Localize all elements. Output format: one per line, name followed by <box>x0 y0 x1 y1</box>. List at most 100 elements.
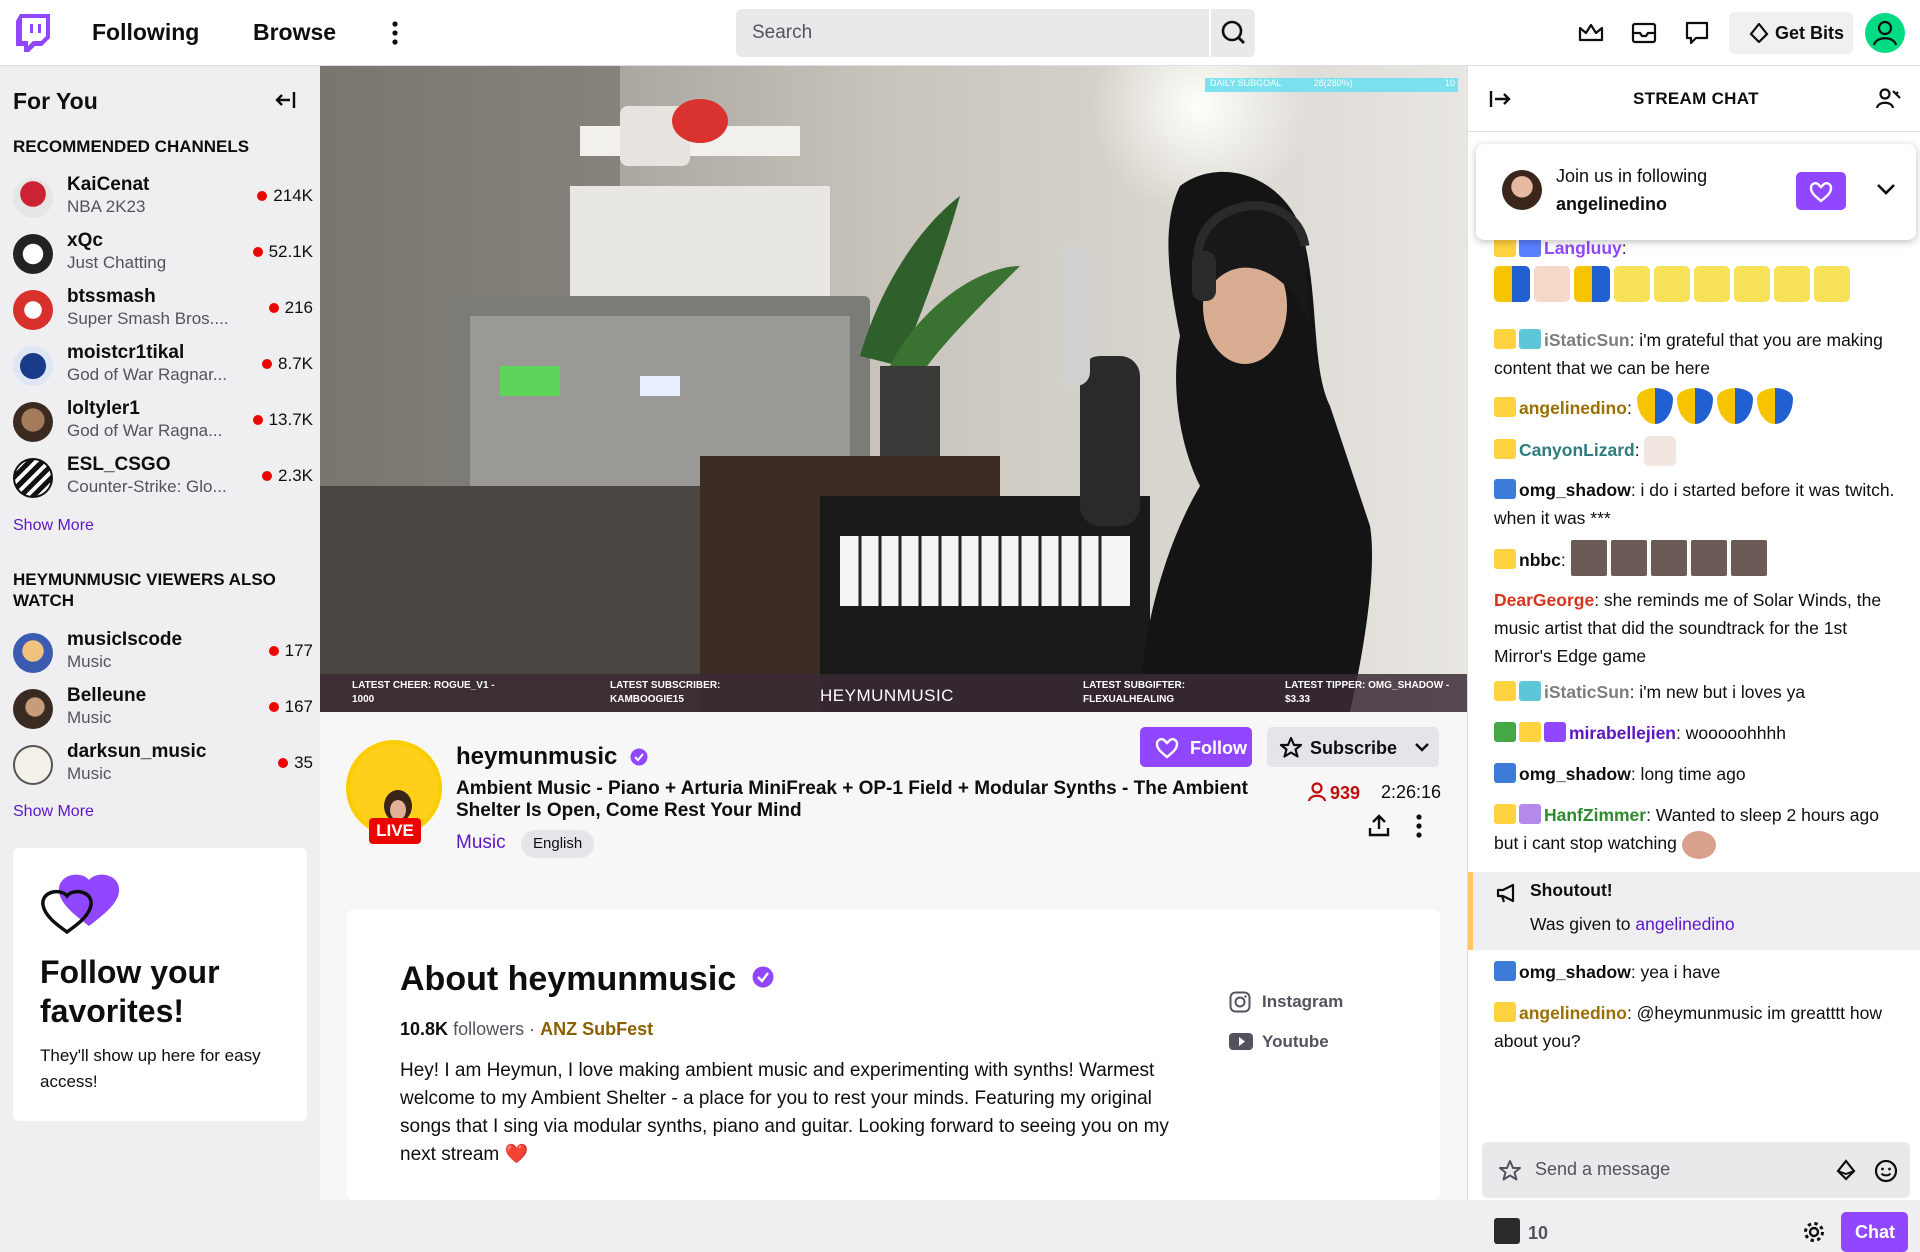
bits-badge-icon <box>1494 681 1516 701</box>
channel-game: God of War Ragna... <box>67 421 223 440</box>
stream-category-link[interactable]: Music <box>456 832 506 854</box>
shoutout-text: Was given to angelinedino <box>1530 914 1735 934</box>
team-link[interactable]: ANZ SubFest <box>540 1019 653 1039</box>
latest-subscriber-overlay: LATEST SUBSCRIBER: KAMBOOGIE15 <box>610 680 721 705</box>
chevron-down-icon <box>1414 740 1430 754</box>
channel-avatar <box>13 402 53 442</box>
share-icon[interactable] <box>1366 813 1392 839</box>
top-navigation-bar: Following Browse Search Get Bits <box>0 0 1920 66</box>
also-watch-header: HEYMUNMUSIC VIEWERS ALSO WATCH <box>13 570 276 610</box>
show-more-link[interactable]: Show More <box>13 517 94 535</box>
follow-button[interactable]: Follow <box>1140 727 1252 767</box>
twitch-logo-icon[interactable] <box>16 14 50 52</box>
gift-badge-icon <box>1519 681 1541 701</box>
pinned-follow-prompt: Join us in following angelinedino <box>1476 144 1916 240</box>
sidebar-channel[interactable]: moistcr1tikal God of War Ragnar... 8.7K <box>13 342 313 394</box>
chat-message: nbbc: <box>1494 540 1899 576</box>
sidebar-channel[interactable]: KaiCenat NBA 2K23 214K <box>13 174 313 226</box>
user-avatar[interactable] <box>1865 13 1905 53</box>
channel-points-icon[interactable] <box>1494 1218 1520 1244</box>
viewer-count: 216 <box>268 298 313 318</box>
search-button[interactable] <box>1211 9 1255 57</box>
chat-settings-gear-icon[interactable] <box>1802 1220 1826 1244</box>
show-more-link[interactable]: Show More <box>13 803 94 821</box>
viewer-count: 2.3K <box>262 466 313 486</box>
chevron-down-icon[interactable] <box>1876 182 1896 196</box>
shoutout-user-link[interactable]: angelinedino <box>1635 914 1734 934</box>
instagram-link[interactable]: Instagram <box>1229 991 1343 1013</box>
inbox-icon[interactable] <box>1630 20 1658 46</box>
follow-label: Follow <box>1190 738 1247 758</box>
checkmark-badge-icon <box>1494 722 1516 742</box>
channel-game: Music <box>67 652 112 671</box>
pinned-follow-button[interactable] <box>1796 172 1846 210</box>
channel-name: btssmash <box>67 286 156 307</box>
viewer-count: 167 <box>268 697 313 717</box>
chat-header: STREAM CHAT <box>1468 66 1920 132</box>
stream-tag[interactable]: English <box>521 830 595 858</box>
live-dot-icon <box>268 702 279 712</box>
subgoal-overlay: DAILY SUBGOAL 28(280%) 10 <box>1210 78 1456 88</box>
bits-diamond-icon <box>1749 23 1769 43</box>
subscribe-button[interactable]: Subscribe <box>1267 727 1439 767</box>
bits-badge-icon <box>1494 329 1516 349</box>
channel-avatar <box>13 745 53 785</box>
streamer-name[interactable]: heymunmusic <box>456 743 648 771</box>
youtube-link[interactable]: Youtube <box>1229 1032 1329 1052</box>
video-player[interactable]: DAILY SUBGOAL 28(280%) 10 LATEST CHEER: R… <box>320 66 1467 712</box>
channel-avatar <box>13 633 53 673</box>
bits-diamond-icon[interactable] <box>1835 1159 1857 1181</box>
channel-game: Super Smash Bros.... <box>67 309 229 328</box>
get-bits-button[interactable]: Get Bits <box>1729 12 1853 54</box>
sidebar-channel[interactable]: musicIscode Music 177 <box>13 629 313 681</box>
chat-message-input[interactable]: Send a message <box>1482 1142 1910 1198</box>
channel-name: Belleune <box>67 685 147 706</box>
live-dot-icon <box>278 758 289 768</box>
bits-badge-icon <box>1494 804 1516 824</box>
bits-badge-icon <box>1494 1002 1516 1022</box>
sidebar-channel[interactable]: darksun_music Music 35 <box>13 741 313 793</box>
gift-badge-icon <box>1519 804 1541 824</box>
nav-browse[interactable]: Browse <box>253 19 336 46</box>
more-options-icon[interactable] <box>1412 813 1426 839</box>
collapse-chat-icon[interactable] <box>1488 88 1512 110</box>
more-options-icon[interactable] <box>388 20 402 46</box>
channel-name: darksun_music <box>67 741 207 762</box>
channel-name: musicIscode <box>67 629 183 650</box>
gift-badge-icon <box>1519 329 1541 349</box>
promo-title: Follow your favorites! <box>40 954 220 1029</box>
chat-message: omg_shadow: long time ago <box>1494 760 1899 788</box>
nav-following[interactable]: Following <box>92 19 199 46</box>
chat-send-button[interactable]: Chat <box>1841 1212 1908 1252</box>
live-dot-icon <box>262 359 273 369</box>
stream-chat-panel: STREAM CHAT Join us in following angelin… <box>1467 66 1920 1252</box>
chat-message: CanyonLizard: <box>1494 436 1899 466</box>
crown-icon[interactable] <box>1577 20 1605 46</box>
channel-name: moistcr1tikal <box>67 342 185 363</box>
viewer-count: 214K <box>257 186 313 206</box>
whispers-icon[interactable] <box>1683 20 1711 46</box>
sub-badge-icon <box>1494 763 1516 783</box>
collapse-sidebar-icon[interactable] <box>274 88 298 112</box>
emote-row <box>1494 266 1899 302</box>
search-input[interactable]: Search <box>736 9 1209 57</box>
pinned-text: Join us in following angelinedino <box>1556 166 1708 214</box>
sidebar-channel[interactable]: Belleune Music 167 <box>13 685 313 737</box>
verified-badge-icon <box>1544 722 1566 742</box>
community-icon[interactable] <box>1876 87 1902 111</box>
shoutout-notice: Shoutout! Was given to angelinedino <box>1468 872 1920 950</box>
sidebar-channel[interactable]: btssmash Super Smash Bros.... 216 <box>13 286 313 338</box>
bits-badge-icon <box>1494 237 1516 257</box>
emote-picker-icon[interactable] <box>1874 1159 1898 1183</box>
chat-message: iStaticSun: i'm new but i loves ya <box>1494 678 1899 706</box>
sidebar-channel[interactable]: loltyler1 God of War Ragna... 13.7K <box>13 398 313 450</box>
channel-avatar <box>13 689 53 729</box>
sub-badge-icon <box>1494 479 1516 499</box>
chat-message: iStaticSun: i'm grateful that you are ma… <box>1494 329 1883 378</box>
sidebar-channel[interactable]: ESL_CSGO Counter-Strike: Glo... 2.3K <box>13 454 313 506</box>
channel-game: Music <box>67 708 112 727</box>
star-icon[interactable] <box>1498 1159 1522 1181</box>
sidebar-channel[interactable]: xQc Just Chatting 52.1K <box>13 230 313 282</box>
heart-icon <box>1809 182 1833 203</box>
instagram-icon <box>1229 991 1251 1013</box>
